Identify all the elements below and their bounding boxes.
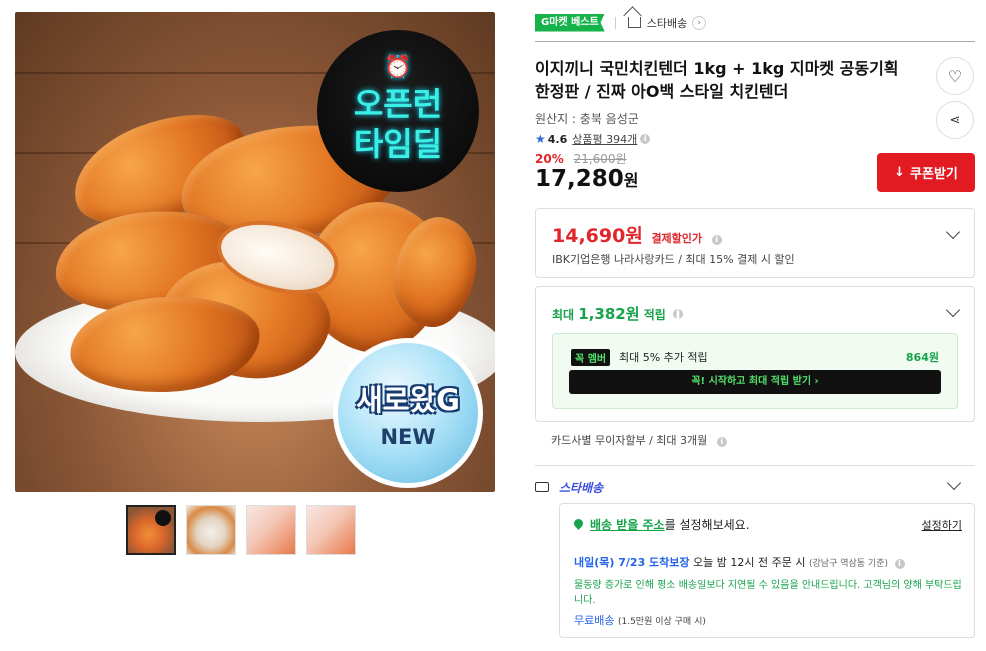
thumbnail-1[interactable] <box>126 505 176 555</box>
info-icon[interactable]: i <box>716 437 727 447</box>
discount-rate: 20% <box>535 152 564 166</box>
member-tag: 꼭 멤버 <box>571 349 611 366</box>
store-link[interactable]: 스타배송 <box>647 15 687 31</box>
review-link[interactable]: 상품평 394개 <box>572 131 637 147</box>
chevron-down-icon[interactable] <box>945 224 961 240</box>
chevron-right-icon[interactable]: › <box>692 15 707 30</box>
free-shipping: 무료배송 (1.5만원 이상 구매 시) <box>574 614 706 627</box>
download-icon: ↓ <box>894 165 906 180</box>
wishlist-button[interactable]: ♡ <box>936 57 974 95</box>
share-button[interactable]: ⋖ <box>936 101 974 139</box>
card-discount-price: 14,690원 결제할인가 i <box>552 221 722 248</box>
thumbnail-3[interactable] <box>246 505 296 555</box>
thumbnail-2[interactable] <box>186 505 236 555</box>
card-discount-box[interactable]: 14,690원 결제할인가 i IBK기업은행 나라사랑카드 / 최대 15% … <box>535 208 975 278</box>
product-gallery: ⏰ 오픈런 타임딜 새로왔G NEW <box>15 12 495 492</box>
installment-info: 카드사별 무이자할부 / 최대 3개월 i <box>551 432 727 448</box>
star-delivery-logo: 스타배송 <box>559 480 604 495</box>
rating-score: 4.6 <box>547 132 568 146</box>
set-address-button[interactable]: 설정하기 <box>922 517 962 533</box>
info-icon[interactable]: i <box>673 307 683 322</box>
origin-info: 원산지 : 충북 음성군 <box>535 112 639 126</box>
alarm-clock-icon: ⏰ <box>384 55 412 80</box>
card-discount-desc: IBK기업은행 나라사랑카드 / 최대 15% 결제 시 할인 <box>552 253 795 266</box>
address-prompt: 배송 받을 주소를 설정해보세요. <box>590 518 750 532</box>
heart-icon: ♡ <box>947 66 963 86</box>
shipping-header[interactable]: 스타배송 <box>535 475 975 496</box>
shipping-box: 배송 받을 주소를 설정해보세요. 설정하기 내일(목) 7/23 도착보장 오… <box>559 503 975 638</box>
chevron-down-icon[interactable] <box>945 302 961 318</box>
rating-row: ★ 4.6 상품평 394개 i <box>535 131 651 147</box>
member-start-button[interactable]: 꼭! 시작하고 최대 적립 받기 › <box>569 370 941 394</box>
original-price: 21,600원 <box>573 152 627 166</box>
coupon-button[interactable]: ↓ 쿠폰받기 <box>877 153 975 192</box>
home-icon <box>627 17 641 28</box>
open-run-timedeal-badge: ⏰ 오픈런 타임딜 <box>317 30 479 192</box>
info-icon[interactable]: i <box>894 559 905 569</box>
product-title: 이지끼니 국민치킨텐더 1kg + 1kg 지마켓 공동기획 한정판 / 진짜 … <box>535 59 899 101</box>
delivery-eta: 내일(목) 7/23 도착보장 오늘 밤 12시 전 주문 시 (강남구 역삼동… <box>574 554 905 570</box>
info-icon[interactable]: i <box>711 235 722 245</box>
new-arrival-badge: 새로왔G NEW <box>333 338 483 488</box>
share-icon: ⋖ <box>949 112 961 128</box>
gmarket-best-badge[interactable]: G마켓 베스트 <box>535 13 605 32</box>
main-product-image[interactable]: ⏰ 오픈런 타임딜 새로왔G NEW <box>15 12 495 492</box>
thumbnail-4[interactable] <box>306 505 356 555</box>
member-points-box: 꼭 멤버 최대 5% 추가 적립 864원 꼭! 시작하고 최대 적립 받기 › <box>552 333 958 409</box>
star-icon: ★ <box>535 132 546 146</box>
discount-row: 20% 21,600원 <box>535 150 627 167</box>
location-pin-icon <box>572 517 585 530</box>
thumbnail-strip <box>126 505 356 555</box>
member-points: 864원 <box>905 351 939 364</box>
points-box: 최대 1,382원 적립 i 꼭 멤버 최대 5% 추가 적립 864원 꼭! … <box>535 286 975 422</box>
info-icon[interactable]: i <box>640 134 651 144</box>
address-link[interactable]: 배송 받을 주소 <box>590 518 665 532</box>
breadcrumb: G마켓 베스트 스타배송 › <box>535 12 975 42</box>
truck-icon <box>535 482 549 492</box>
chevron-down-icon[interactable] <box>946 475 962 491</box>
delay-notice: 물동량 증가로 인해 평소 배송일보다 지연될 수 있음을 안내드립니다. 고객… <box>574 580 962 606</box>
sale-price: 17,280원 <box>535 166 639 192</box>
max-points: 최대 1,382원 적립 i <box>552 303 683 324</box>
